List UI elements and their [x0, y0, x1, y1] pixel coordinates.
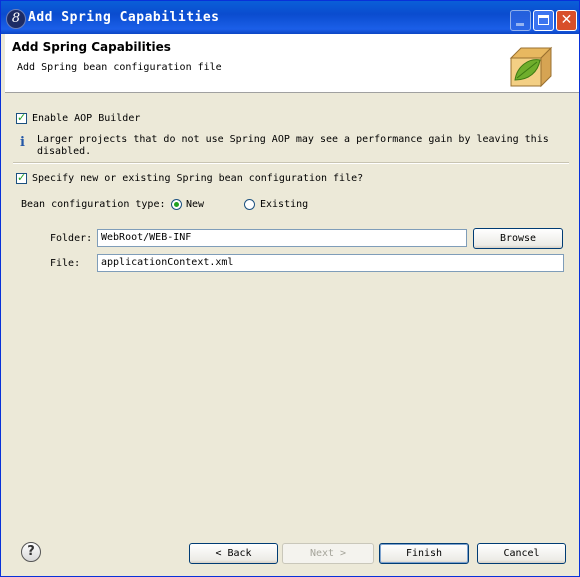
aop-info-text: Larger projects that do not use Spring A… [37, 134, 549, 157]
radio-selected-dot [174, 202, 179, 207]
minimize-button[interactable] [510, 10, 531, 31]
wizard-banner: Add Spring Capabilities Add Spring bean … [5, 34, 579, 93]
section-divider [13, 162, 569, 164]
next-button[interactable]: Next > [282, 543, 374, 564]
spring-leaf-box-icon [509, 46, 553, 88]
cancel-button[interactable]: Cancel [477, 543, 566, 564]
eclipse-icon: 8 [6, 9, 26, 29]
bean-config-type-label: Bean configuration type: [21, 199, 166, 210]
maximize-button[interactable] [533, 10, 554, 31]
help-icon[interactable]: ? [21, 542, 41, 562]
folder-label: Folder: [50, 233, 93, 244]
close-icon: ✕ [560, 12, 573, 28]
dialog-window: 8 Add Spring Capabilities ✕ Add Spring C… [0, 0, 580, 577]
enable-aop-checkbox[interactable]: ✓ [16, 111, 27, 124]
check-mark-icon: ✓ [17, 111, 27, 124]
radio-existing-label: Existing [260, 199, 309, 210]
folder-input[interactable]: WebRoot/WEB-INF [97, 229, 467, 247]
close-button[interactable]: ✕ [556, 10, 577, 31]
specify-config-file-label: Specify new or existing Spring bean conf… [32, 173, 364, 184]
finish-button[interactable]: Finish [379, 543, 469, 564]
check-mark-icon: ✓ [17, 171, 27, 184]
maximize-icon [538, 15, 549, 25]
file-input[interactable]: applicationContext.xml [97, 254, 564, 272]
radio-existing[interactable] [244, 199, 255, 210]
file-label: File: [50, 258, 81, 269]
back-button[interactable]: < Back [189, 543, 278, 564]
radio-new-label: New [186, 199, 205, 210]
minimize-icon [516, 23, 524, 26]
radio-new[interactable] [171, 199, 182, 210]
browse-button[interactable]: Browse [473, 228, 563, 249]
banner-description: Add Spring bean configuration file [17, 62, 222, 73]
banner-title: Add Spring Capabilities [12, 40, 171, 54]
window-title: Add Spring Capabilities [28, 10, 220, 25]
title-bar[interactable]: 8 Add Spring Capabilities ✕ [1, 1, 579, 34]
specify-config-file-checkbox[interactable]: ✓ [16, 171, 27, 184]
info-icon: i [20, 135, 25, 150]
enable-aop-label: Enable AOP Builder [32, 113, 141, 124]
